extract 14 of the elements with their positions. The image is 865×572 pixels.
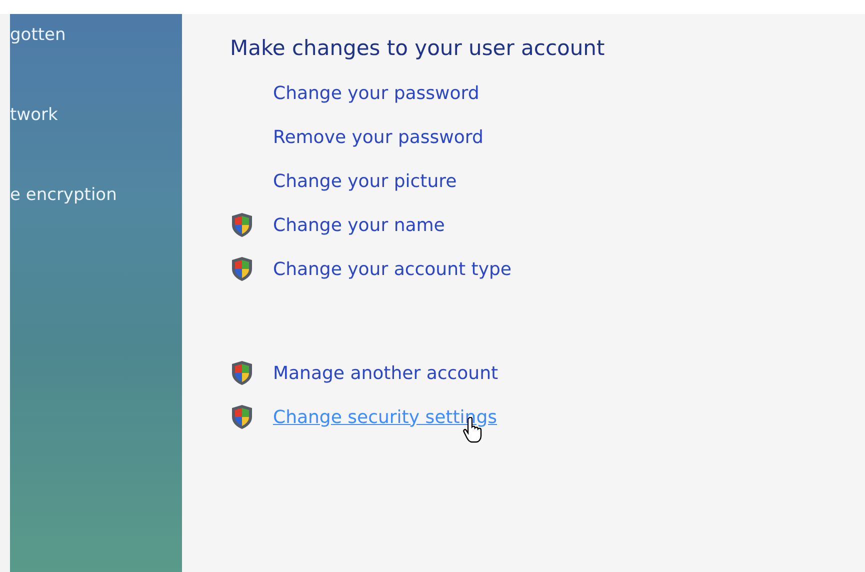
task-link[interactable]: Change your password [273,82,480,104]
task-link[interactable]: Manage another account [273,362,498,384]
shield-icon [230,256,254,282]
task-link[interactable]: Change your picture [273,170,457,192]
shield-icon [230,360,254,386]
page-heading: Make changes to your user account [230,36,606,60]
task-link[interactable]: Remove your password [273,126,484,148]
task-link[interactable]: Change your account type [273,258,512,280]
sidebar-link[interactable]: twork [10,103,182,127]
shield-icon [230,404,254,430]
sidebar-link[interactable]: gotten [10,23,182,47]
sidebar-link[interactable]: e encryption [10,183,182,207]
task-link[interactable]: Change your name [273,214,445,236]
shield-icon [230,212,254,238]
